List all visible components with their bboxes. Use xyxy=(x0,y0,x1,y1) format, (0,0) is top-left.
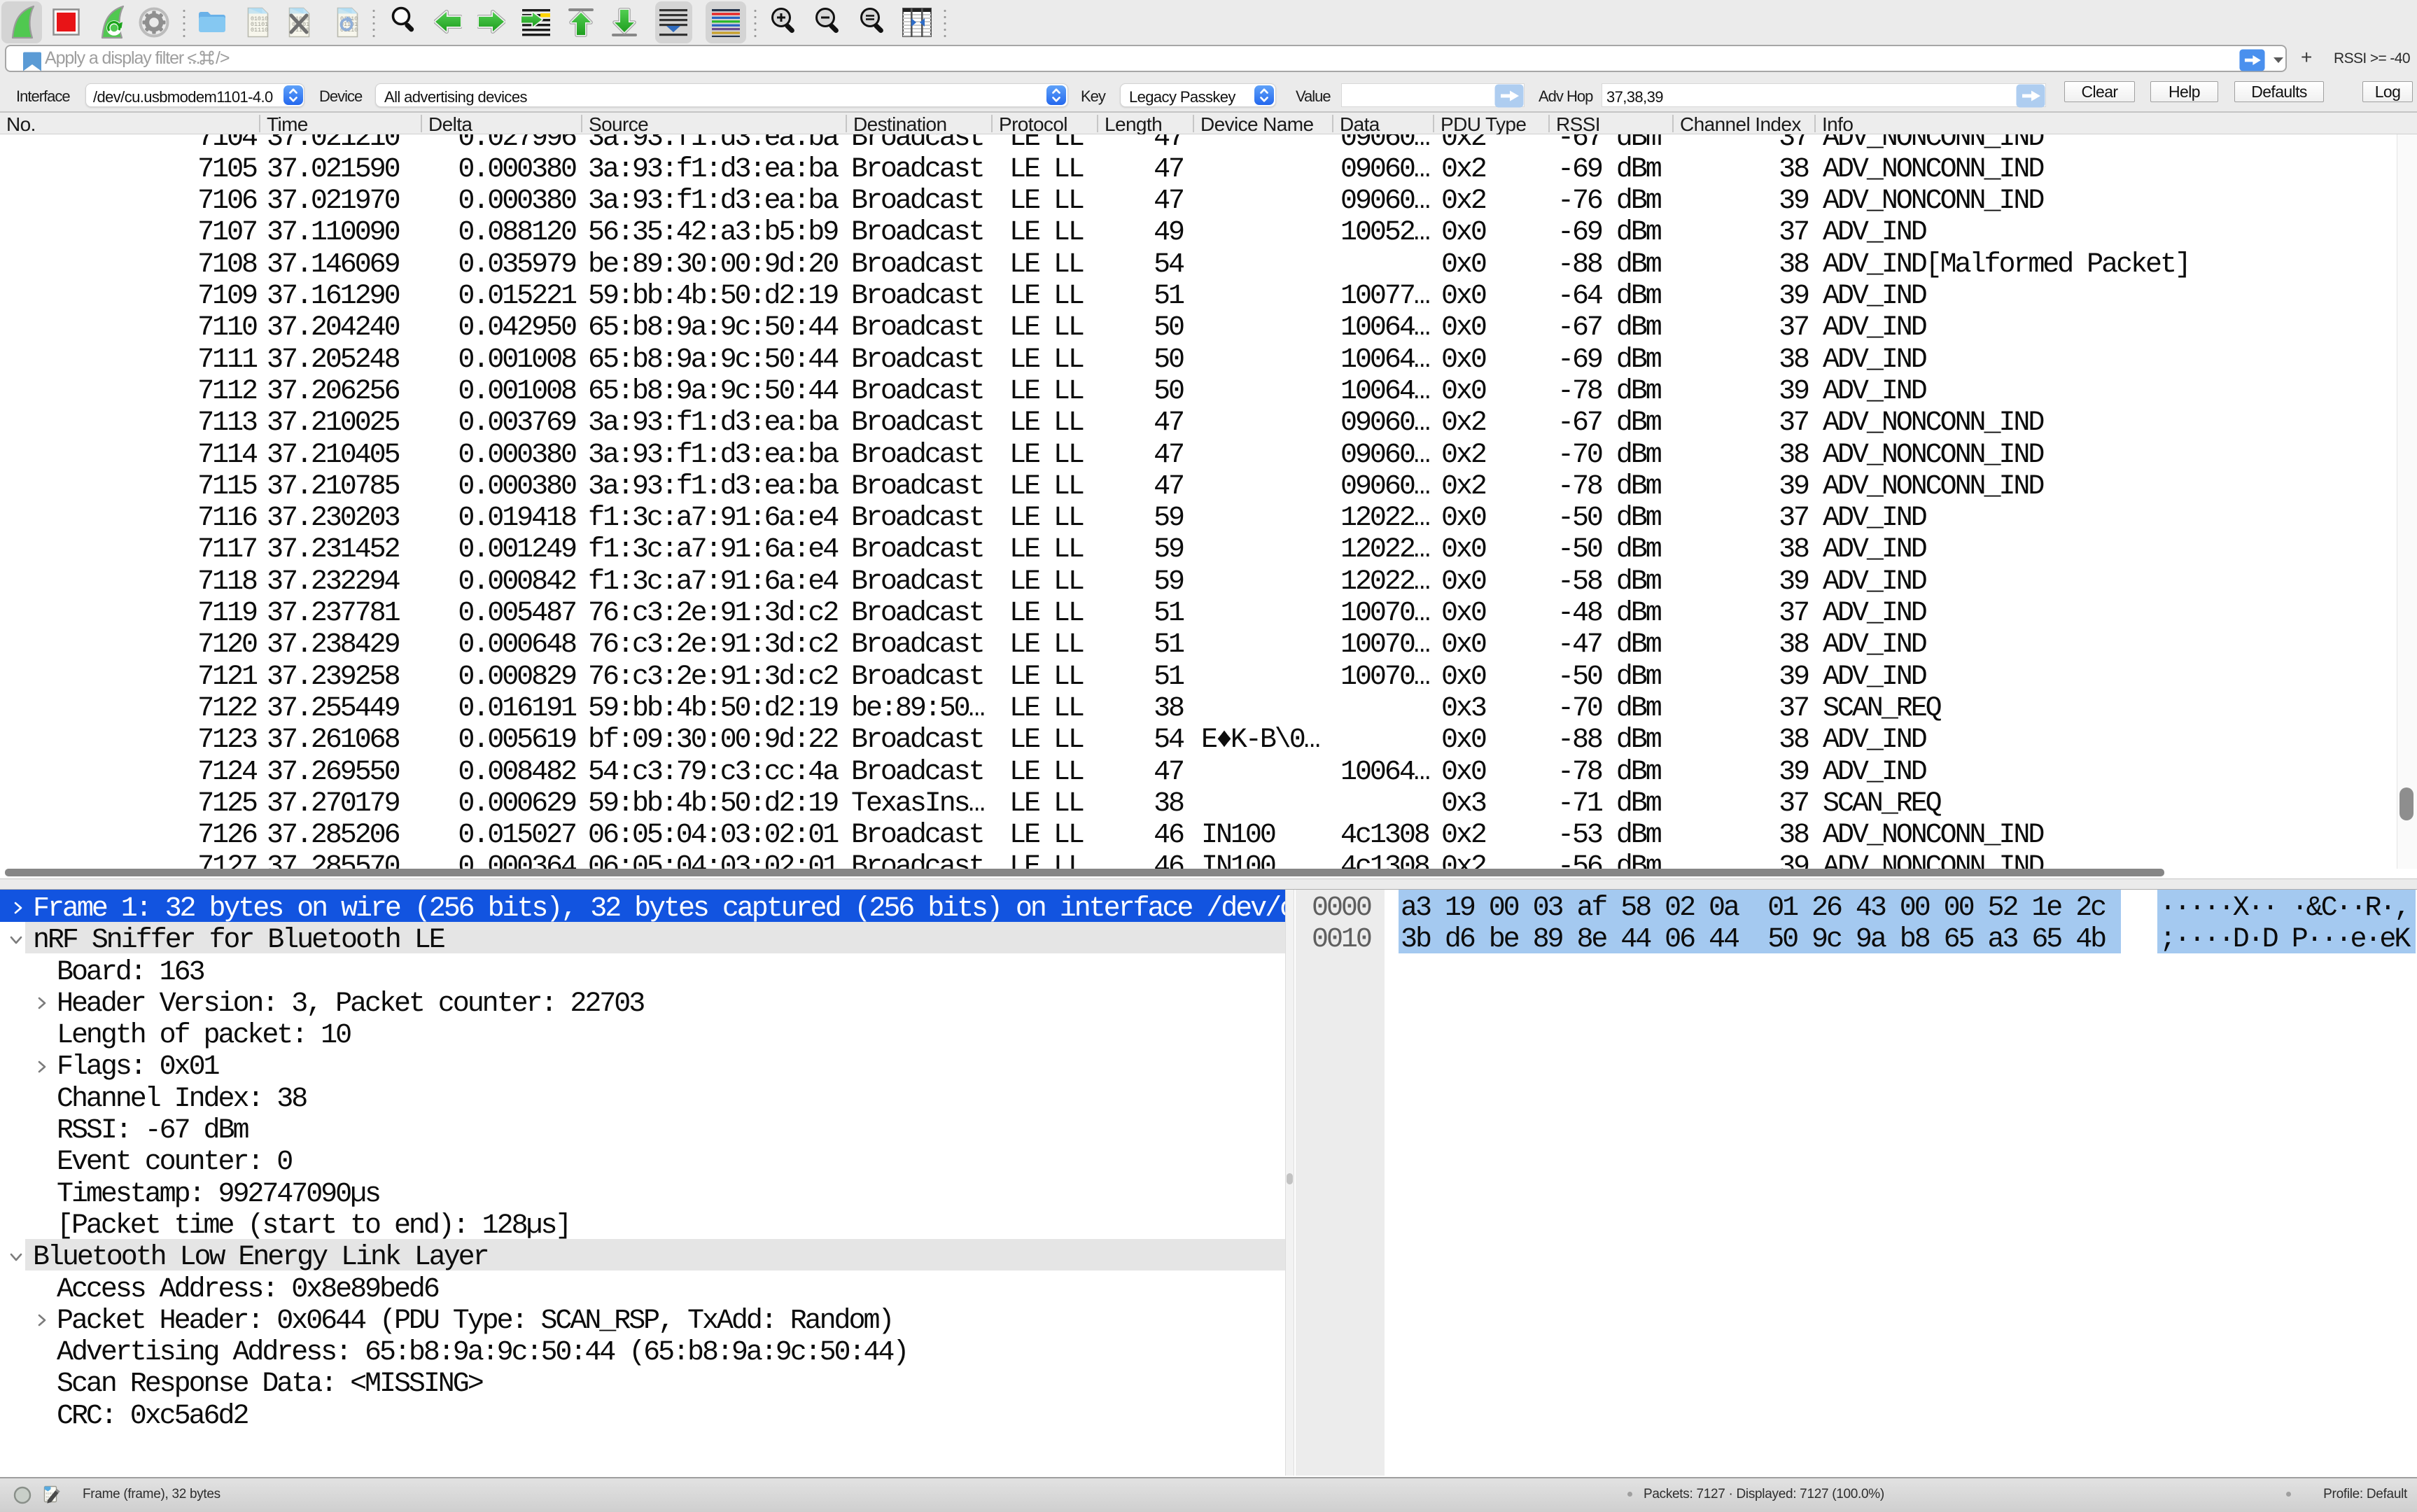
svg-text:01110: 01110 xyxy=(251,27,268,34)
